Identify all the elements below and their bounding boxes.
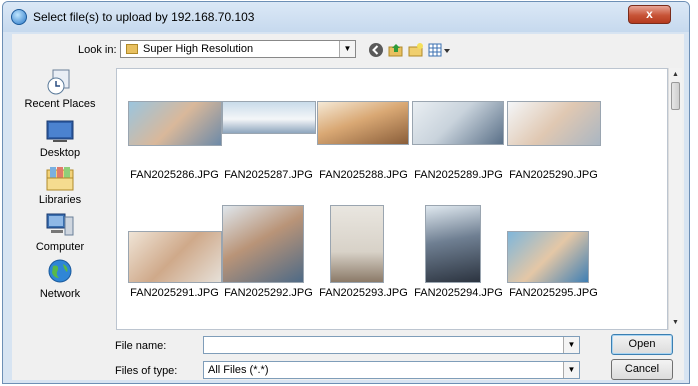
browser-globe-icon: [11, 9, 27, 25]
file-item[interactable]: FAN2025288.JPG: [316, 79, 411, 181]
libraries-icon: [46, 167, 74, 191]
vertical-scrollbar[interactable]: ▲ ▼: [668, 68, 682, 330]
file-thumbnail: [506, 79, 601, 167]
folder-icon: [126, 44, 138, 54]
file-name: FAN2025295.JPG: [509, 287, 598, 299]
file-item[interactable]: FAN2025293.JPG: [316, 197, 411, 299]
close-icon: x: [646, 7, 653, 21]
file-thumbnail: [316, 197, 411, 285]
file-thumbnail: [411, 79, 506, 167]
photo-thumbnail-icon: [507, 231, 589, 283]
photo-thumbnail-icon: [330, 205, 384, 283]
file-item[interactable]: FAN2025290.JPG: [506, 79, 601, 181]
place-libraries[interactable]: Libraries: [12, 164, 108, 206]
computer-icon: [46, 213, 74, 236]
place-label: Libraries: [38, 194, 82, 206]
file-name-label: File name:: [115, 340, 167, 352]
file-item[interactable]: FAN2025289.JPG: [411, 79, 506, 181]
place-recent-places[interactable]: Recent Places: [12, 68, 108, 110]
photo-thumbnail-icon: [222, 101, 316, 134]
photo-thumbnail-icon: [507, 101, 601, 146]
look-in-value: Super High Resolution: [143, 43, 254, 55]
dialog-body: Look in: Super High Resolution ▼ Recent …: [12, 34, 684, 380]
file-thumbnail: [221, 197, 316, 285]
file-item[interactable]: FAN2025286.JPG: [127, 79, 222, 181]
place-computer[interactable]: Computer: [12, 211, 108, 253]
photo-thumbnail-icon: [128, 101, 222, 146]
view-menu-icon[interactable]: [428, 42, 452, 58]
chevron-down-icon[interactable]: ▼: [563, 362, 579, 378]
desktop-icon: [46, 120, 74, 142]
look-in-dropdown[interactable]: Super High Resolution ▼: [120, 40, 356, 58]
file-name: FAN2025288.JPG: [319, 169, 408, 181]
files-of-type-select[interactable]: All Files (*.*) ▼: [203, 361, 580, 379]
file-name-input[interactable]: ▼: [203, 336, 580, 354]
file-item[interactable]: FAN2025291.JPG: [127, 197, 222, 299]
file-thumbnail: [127, 79, 222, 167]
photo-thumbnail-icon: [412, 101, 504, 145]
file-name: FAN2025289.JPG: [414, 169, 503, 181]
recent-places-icon: [47, 69, 70, 95]
files-of-type-label: Files of type:: [115, 365, 178, 377]
photo-thumbnail-icon: [317, 101, 409, 145]
photo-thumbnail-icon: [128, 231, 222, 283]
place-network[interactable]: Network: [12, 258, 108, 300]
network-icon: [48, 259, 72, 283]
place-desktop[interactable]: Desktop: [12, 117, 108, 159]
title-bar[interactable]: Select file(s) to upload by 192.168.70.1…: [3, 2, 689, 32]
file-name: FAN2025290.JPG: [509, 169, 598, 181]
back-icon[interactable]: [368, 42, 384, 58]
chevron-down-icon[interactable]: ▼: [563, 337, 579, 353]
files-of-type-value: All Files (*.*): [208, 364, 269, 376]
file-list-view[interactable]: FAN2025286.JPG FAN2025287.JPG FAN2025288…: [116, 68, 668, 330]
chevron-down-icon[interactable]: ▼: [339, 41, 355, 57]
look-in-label: Look in:: [78, 44, 117, 56]
file-item[interactable]: FAN2025287.JPG: [221, 79, 316, 181]
scroll-down-icon[interactable]: ▼: [669, 316, 682, 330]
place-label: Recent Places: [24, 98, 96, 110]
place-label: Network: [39, 288, 81, 300]
file-name: FAN2025294.JPG: [414, 287, 503, 299]
file-thumbnail: [221, 79, 316, 167]
open-button[interactable]: Open: [611, 334, 673, 355]
file-upload-dialog: Select file(s) to upload by 192.168.70.1…: [2, 1, 690, 384]
file-name: FAN2025292.JPG: [224, 287, 313, 299]
file-name: FAN2025293.JPG: [319, 287, 408, 299]
file-name: FAN2025287.JPG: [224, 169, 313, 181]
cancel-button[interactable]: Cancel: [611, 359, 673, 380]
file-name: FAN2025286.JPG: [130, 169, 219, 181]
place-label: Computer: [35, 241, 85, 253]
window-title: Select file(s) to upload by 192.168.70.1…: [33, 10, 255, 24]
photo-thumbnail-icon: [425, 205, 481, 283]
file-thumbnail: [127, 197, 222, 285]
up-folder-icon[interactable]: [388, 42, 404, 58]
file-item[interactable]: FAN2025292.JPG: [221, 197, 316, 299]
file-name: FAN2025291.JPG: [130, 287, 219, 299]
close-button[interactable]: x: [628, 5, 671, 24]
file-thumbnail: [506, 197, 601, 285]
photo-thumbnail-icon: [222, 205, 304, 283]
file-item[interactable]: FAN2025295.JPG: [506, 197, 601, 299]
file-item[interactable]: FAN2025294.JPG: [411, 197, 506, 299]
place-label: Desktop: [39, 147, 81, 159]
file-thumbnail: [411, 197, 506, 285]
file-thumbnail: [316, 79, 411, 167]
scroll-thumb[interactable]: [671, 82, 680, 110]
scroll-up-icon[interactable]: ▲: [669, 68, 682, 82]
new-folder-icon[interactable]: [408, 42, 424, 58]
places-bar: Recent Places Desktop Libraries Computer…: [12, 68, 108, 330]
